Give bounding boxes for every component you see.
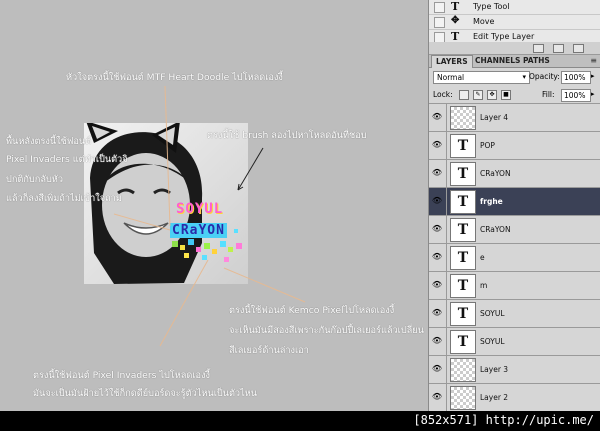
layer-name: POP <box>480 141 495 150</box>
tab-layers[interactable]: LAYERS <box>431 55 473 68</box>
tab-channels[interactable]: CHANNELS <box>471 55 524 67</box>
lock-all-icon[interactable]: ■ <box>501 90 511 100</box>
layer-row[interactable]: 👁 T CRaYON <box>429 216 600 244</box>
layer-row[interactable]: 👁 T CRaYON <box>429 160 600 188</box>
lock-brush-icon[interactable]: ✎ <box>473 90 483 100</box>
photoshop-panels: T Type Tool ✥ Move T Edit Type Layer LAY… <box>428 0 600 411</box>
layers-list: 👁 Layer 4 👁 T POP 👁 T CRaYON 👁 T frghe 👁… <box>429 104 600 411</box>
lock-transparency-icon[interactable] <box>459 90 469 100</box>
layer-thumbnail <box>450 358 476 382</box>
layer-row[interactable]: 👁 T e <box>429 244 600 272</box>
annotation-bg-font-4: แล้วก็ลงสีเพิ่มถ้าไม่เข้าใจถาม <box>6 193 122 204</box>
document-canvas[interactable]: SOYUL CRaYON หัวใจตรงนี้ใช้ฟอนต์ MTF Hea… <box>0 0 428 411</box>
eye-icon[interactable]: 👁 <box>431 196 443 206</box>
text-layer-icon: T <box>450 218 476 242</box>
history-toolbar <box>429 42 600 55</box>
eye-icon[interactable]: 👁 <box>431 140 443 150</box>
eye-icon[interactable]: 👁 <box>431 168 443 178</box>
chevron-down-icon: ▾ <box>522 73 526 81</box>
layer-row[interactable]: 👁 Layer 3 <box>429 356 600 384</box>
layer-row-selected[interactable]: 👁 T frghe <box>429 188 600 216</box>
text-layer-icon: T <box>450 274 476 298</box>
panel-menu-icon[interactable]: ≡ <box>590 56 597 65</box>
eye-icon[interactable]: 👁 <box>431 252 443 262</box>
lock-label: Lock: <box>433 90 453 99</box>
layer-options: Normal ▾ Opacity: 100% ▸ <box>429 68 600 86</box>
blend-mode-value: Normal <box>437 73 465 82</box>
annotation-brush: ตรงนี้ใช้ brush ลองไปหาโหลดอันที่ชอบ <box>207 130 367 141</box>
annotation-kemco-2: จะเห็นมันมีสองสีเพราะกันก๊อปปี้เลเยอร์แล… <box>229 325 424 336</box>
lock-move-icon[interactable]: ✥ <box>487 90 497 100</box>
layer-name: m <box>480 281 488 290</box>
annotation-bg-font-1: พื้นหลังตรงนี้ใช้ฟอนต์ <box>6 136 92 147</box>
layer-name: frghe <box>480 197 503 206</box>
text-layer-icon: T <box>450 190 476 214</box>
annotation-heart-font: หัวใจตรงนี้ใช้ฟอนต์ MTF Heart Doodle ไปโ… <box>66 72 283 83</box>
eye-icon[interactable]: 👁 <box>431 336 443 346</box>
move-tool-icon: ✥ <box>451 15 460 26</box>
history-item-label: Move <box>473 17 495 26</box>
layer-row[interactable]: 👁 Layer 4 <box>429 104 600 132</box>
eye-icon[interactable]: 👁 <box>431 364 443 374</box>
history-snapshot-checkbox[interactable] <box>434 17 445 28</box>
opacity-label: Opacity: <box>529 72 560 81</box>
layer-name: SOYUL <box>480 337 505 346</box>
text-layer-icon: T <box>450 134 476 158</box>
fill-label: Fill: <box>542 90 555 99</box>
opacity-slider-icon[interactable]: ▸ <box>591 72 595 80</box>
layer-name: Layer 4 <box>480 113 509 122</box>
annotation-bg-font-3: ปกติกับกลับหัว <box>6 174 63 185</box>
layer-name: Layer 3 <box>480 365 509 374</box>
layer-row[interactable]: 👁 T m <box>429 272 600 300</box>
image-host-footer: [852x571] http://upic.me/ <box>0 411 600 431</box>
text-layer-icon: T <box>450 302 476 326</box>
annotation-invaders-1: ตรงนี้ใช้ฟอนต์ Pixel Invaders ไปโหลดเองง… <box>33 370 210 381</box>
lock-options: Lock: ✎ ✥ ■ Fill: 100% ▸ <box>429 86 600 104</box>
type-tool-icon: T <box>451 0 460 13</box>
layer-row[interactable]: 👁 T SOYUL <box>429 300 600 328</box>
tab-paths[interactable]: PATHS <box>519 55 554 67</box>
blend-mode-select[interactable]: Normal ▾ <box>433 71 530 84</box>
layer-name: CRaYON <box>480 225 511 234</box>
new-snapshot-icon[interactable] <box>553 44 564 53</box>
history-item-label: Type Tool <box>473 2 510 11</box>
panel-tabs: LAYERS CHANNELS PATHS ≡ <box>429 55 600 68</box>
eye-icon[interactable]: 👁 <box>431 224 443 234</box>
text-layer-icon: T <box>450 162 476 186</box>
history-item[interactable]: ✥ Move <box>429 15 600 30</box>
text-layer-icon: T <box>450 330 476 354</box>
fill-input[interactable]: 100% <box>561 89 591 102</box>
footer-watermark: [852x571] http://upic.me/ <box>413 413 594 427</box>
layer-name: CRaYON <box>480 169 511 178</box>
eye-icon[interactable]: 👁 <box>431 112 443 122</box>
layer-thumbnail <box>450 106 476 130</box>
layer-name: SOYUL <box>480 309 505 318</box>
history-item-label: Edit Type Layer <box>473 32 535 41</box>
layer-row[interactable]: 👁 T POP <box>429 132 600 160</box>
text-layer-icon: T <box>450 246 476 270</box>
eye-icon[interactable]: 👁 <box>431 392 443 402</box>
trash-icon[interactable] <box>573 44 584 53</box>
opacity-input[interactable]: 100% <box>561 71 591 84</box>
history-item[interactable]: T Type Tool <box>429 0 600 15</box>
layer-thumbnail <box>450 386 476 410</box>
annotation-invaders-2: มันจะเป็นมันฝ้ายไว้ใช้ก็กดดีย์บอร์ดจะรู้… <box>33 388 258 399</box>
annotation-kemco-3: สีเลเยอร์ด้านล่างเอา <box>229 345 309 356</box>
new-document-icon[interactable] <box>533 44 544 53</box>
annotation-kemco-1: ตรงนี้ใช้ฟอนต์ Kemco Pixelไปโหลดเองงี้ <box>229 305 395 316</box>
eye-icon[interactable]: 👁 <box>431 308 443 318</box>
history-panel: T Type Tool ✥ Move T Edit Type Layer <box>429 0 600 43</box>
annotation-bg-font-2: Pixel Invaders แต่ทำเป็นตัวจิ <box>6 154 128 165</box>
layer-row[interactable]: 👁 T SOYUL <box>429 328 600 356</box>
layer-row[interactable]: 👁 Layer 2 <box>429 384 600 411</box>
layer-name: e <box>480 253 485 262</box>
eye-icon[interactable]: 👁 <box>431 280 443 290</box>
history-snapshot-checkbox[interactable] <box>434 2 445 13</box>
fill-slider-icon[interactable]: ▸ <box>591 90 595 98</box>
layer-name: Layer 2 <box>480 393 509 402</box>
